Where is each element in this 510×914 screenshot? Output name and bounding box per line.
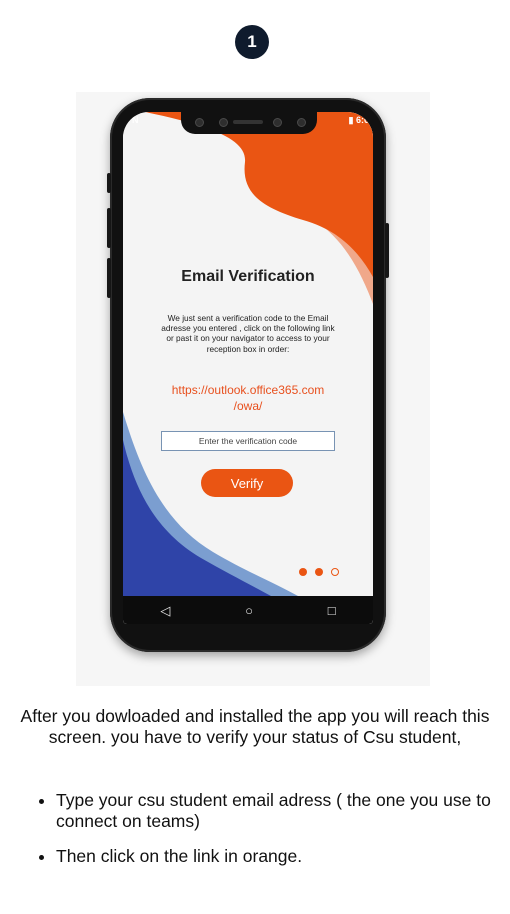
battery-icon: ▮ bbox=[348, 115, 356, 125]
instruction-intro: After you dowloaded and installed the ap… bbox=[20, 706, 490, 747]
instruction-item: Type your csu student email adress ( the… bbox=[56, 790, 506, 832]
verify-button[interactable]: Verify bbox=[201, 469, 293, 497]
phone-volume-down bbox=[107, 258, 111, 298]
page-indicator bbox=[299, 568, 339, 578]
android-nav-bar: ◁ ○ □ bbox=[123, 596, 373, 624]
back-icon[interactable]: ◁ bbox=[160, 604, 170, 617]
status-left-indicator: N bbox=[132, 115, 139, 125]
status-bar: N ▮ 6:0 bbox=[123, 112, 373, 130]
outlook-link[interactable]: https://outlook.office365.com /owa/ bbox=[153, 382, 343, 414]
phone-power-button bbox=[385, 223, 389, 278]
phone-mockup: N ▮ 6:0 Email Verification We just sent … bbox=[107, 98, 389, 652]
outlook-link-line1[interactable]: https://outlook.office365.com bbox=[153, 382, 343, 398]
background-waves bbox=[123, 112, 373, 624]
instruction-item: Then click on the link in orange. bbox=[56, 846, 506, 867]
page-dot-inactive bbox=[331, 568, 339, 576]
recents-icon[interactable]: □ bbox=[328, 604, 336, 617]
verification-description: We just sent a verification code to the … bbox=[161, 313, 335, 354]
verification-code-input[interactable] bbox=[161, 431, 335, 451]
home-icon[interactable]: ○ bbox=[245, 604, 253, 617]
page-dot-active bbox=[299, 568, 307, 576]
phone-screen: N ▮ 6:0 Email Verification We just sent … bbox=[123, 112, 373, 624]
phone-side-button bbox=[107, 173, 111, 193]
page-dot-active bbox=[315, 568, 323, 576]
step-number-badge: 1 bbox=[235, 25, 269, 59]
status-time: 6:0 bbox=[355, 115, 369, 125]
outlook-link-line2[interactable]: /owa/ bbox=[153, 398, 343, 414]
screen-title: Email Verification bbox=[181, 268, 315, 285]
status-clock: ▮ 6:0 bbox=[349, 115, 369, 126]
instruction-list: Type your csu student email adress ( the… bbox=[36, 790, 506, 881]
phone-volume-up bbox=[107, 208, 111, 248]
